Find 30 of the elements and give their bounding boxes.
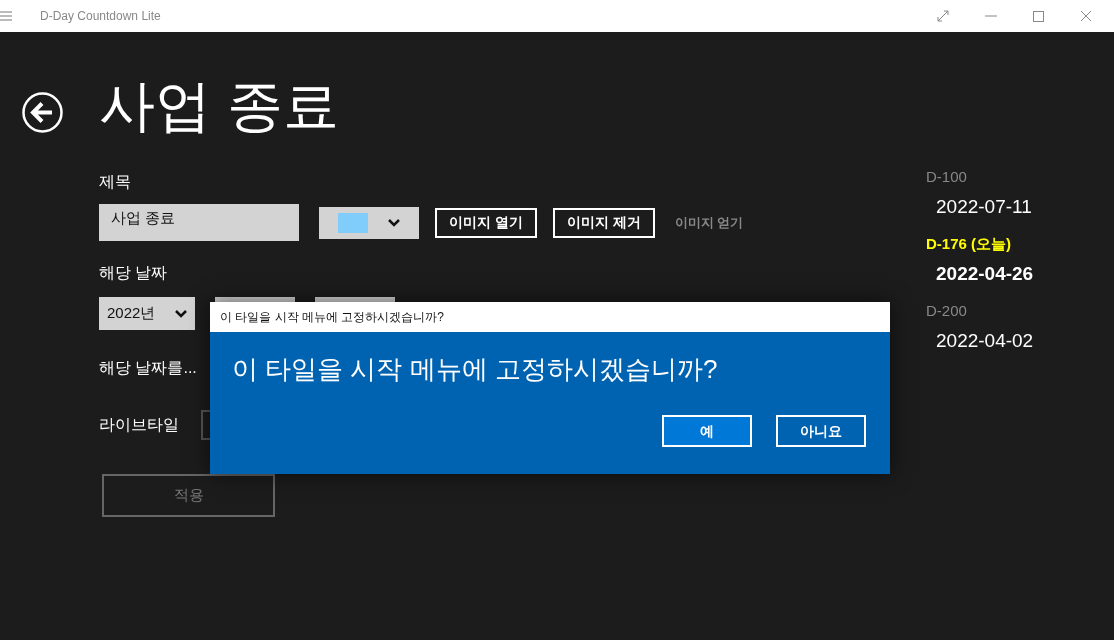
image-button[interactable]: 이미지 얻기 bbox=[670, 207, 748, 238]
image-button[interactable]: 이미지 제거 bbox=[552, 207, 655, 238]
countdown-label[interactable]: D-200 bbox=[926, 300, 1114, 323]
dialog-title: 이 타일을 시작 메뉴에 고정하시겠습니까? bbox=[210, 302, 890, 332]
chevron-icon bbox=[388, 218, 400, 227]
countdown-date: 2022-07-11 bbox=[935, 194, 1033, 219]
dialog-button[interactable]: 예 bbox=[662, 415, 752, 447]
repeat-label: 해당 날짜를... bbox=[99, 359, 197, 376]
dialog-button[interactable]: 아니요 bbox=[776, 415, 866, 447]
color-dropdown[interactable] bbox=[319, 206, 419, 239]
date-label: 해당 날짜 bbox=[99, 263, 169, 283]
image-button[interactable]: 이미지 열기 bbox=[435, 207, 537, 238]
livetile-label: 라이브타일 bbox=[99, 415, 179, 435]
chevron-icon bbox=[175, 309, 187, 318]
year-dropdown[interactable]: 2022년 bbox=[99, 297, 195, 330]
maximize-icon[interactable] bbox=[1033, 10, 1044, 22]
countdown-label[interactable]: D-176 (오늘) bbox=[926, 233, 1114, 256]
countdown-date: 2022-04-26 bbox=[935, 261, 1035, 286]
countdown-label[interactable]: D-100 bbox=[926, 166, 1114, 189]
back-icon[interactable] bbox=[22, 92, 63, 133]
title-label: 제목 bbox=[99, 172, 132, 192]
close-icon[interactable] bbox=[1080, 10, 1092, 22]
dialog-message: 이 타일을 시작 메뉴에 고정하시겠습니까? bbox=[231, 353, 719, 386]
countdown-date: 2022-04-02 bbox=[935, 328, 1035, 353]
title-field[interactable]: 사업 종료 bbox=[99, 204, 299, 241]
menu-icon[interactable] bbox=[0, 11, 12, 21]
page-title: 사업 종료 bbox=[99, 76, 340, 136]
window-title: D-Day Countdown Lite bbox=[40, 8, 161, 25]
apply-button[interactable]: 적용 bbox=[102, 474, 275, 517]
fullscreen-icon[interactable] bbox=[937, 10, 949, 22]
